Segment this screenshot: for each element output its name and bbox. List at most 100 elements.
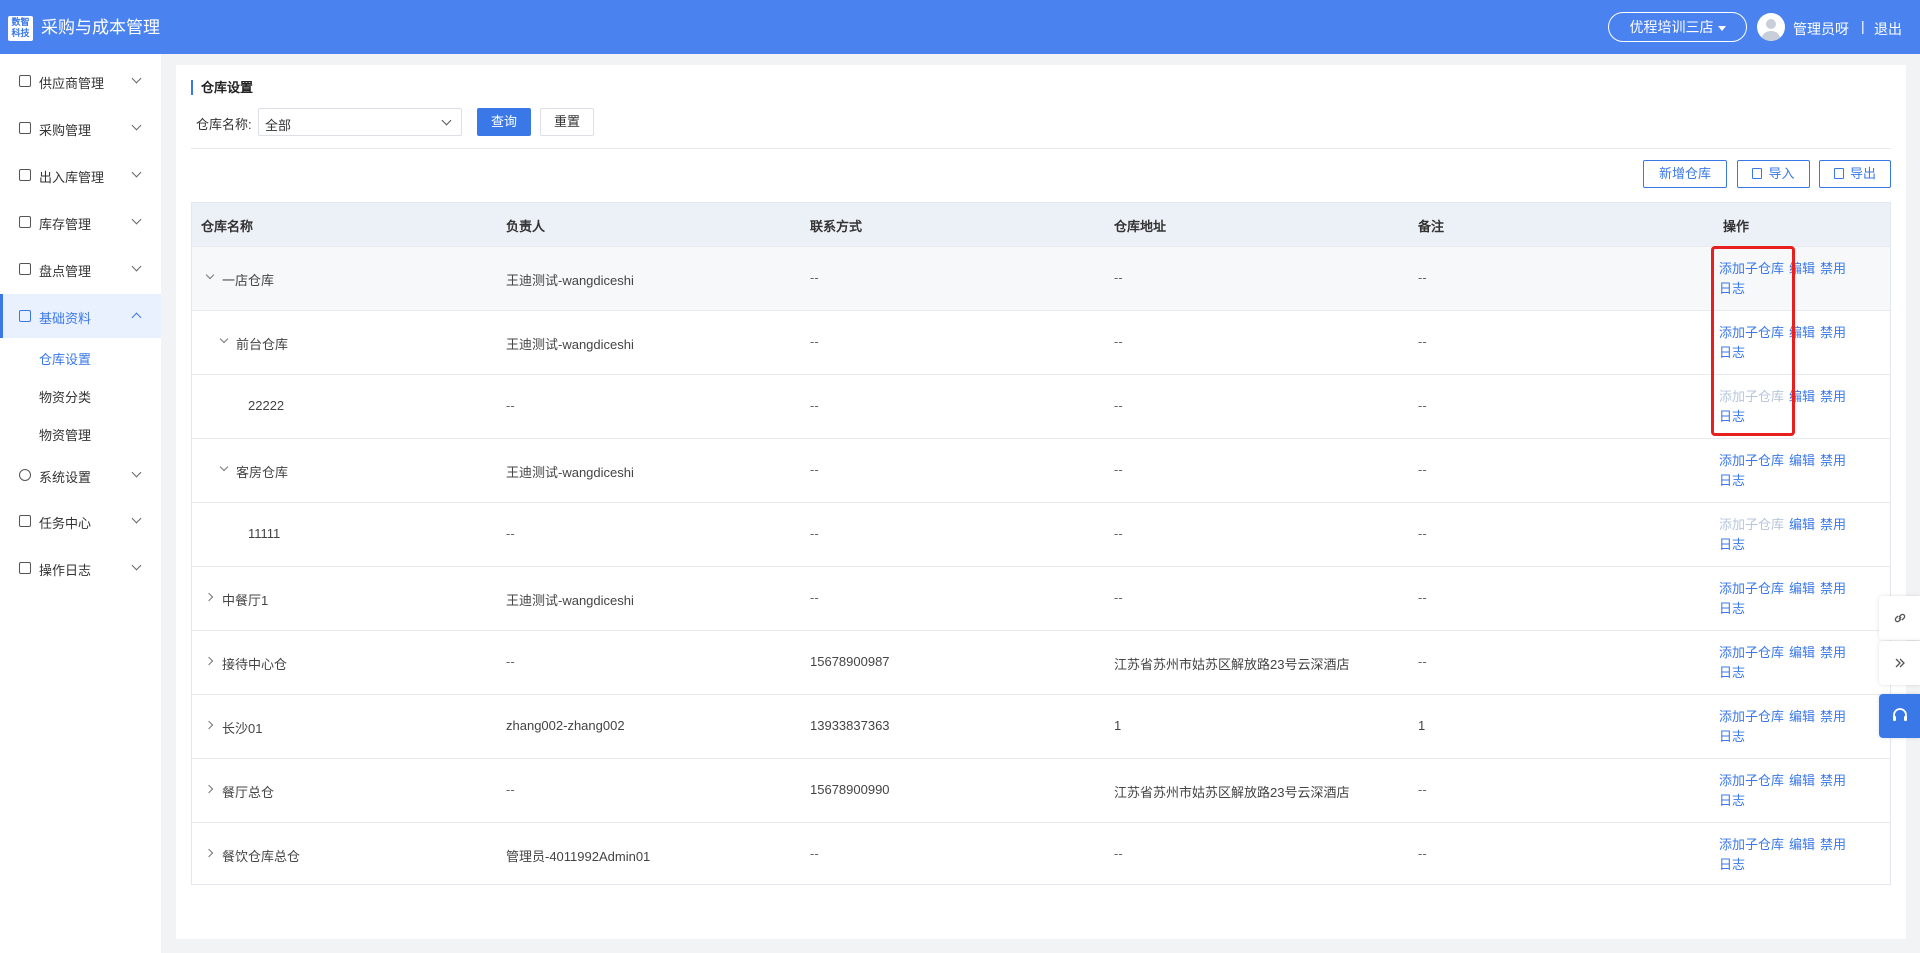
sidebar-item-purchase[interactable]: 采购管理: [0, 106, 161, 150]
add-child-warehouse-link[interactable]: 添加子仓库: [1719, 581, 1784, 596]
row-actions: 添加子仓库 编辑 禁用日志: [1719, 771, 1879, 811]
highlight-box: [1711, 246, 1795, 436]
chevron-right-icon[interactable]: [204, 656, 214, 666]
store-selector-label: 优程培训三店: [1629, 19, 1714, 35]
log-link[interactable]: 日志: [1719, 665, 1745, 680]
chevron-right-icon[interactable]: [204, 720, 214, 730]
query-button[interactable]: 查询: [477, 108, 531, 136]
manager: --: [506, 654, 515, 669]
link-icon[interactable]: [1879, 596, 1920, 640]
manager: zhang002-zhang002: [506, 718, 625, 733]
add-child-warehouse-link[interactable]: 添加子仓库: [1719, 709, 1784, 724]
disable-link[interactable]: 禁用: [1820, 261, 1846, 276]
add-child-warehouse-link[interactable]: 添加子仓库: [1719, 645, 1784, 660]
page-title: 仓库设置: [191, 80, 253, 95]
manager: 王迪测试-wangdiceshi: [506, 465, 634, 480]
sidebar-item-inventory[interactable]: 盘点管理: [0, 247, 161, 291]
disable-link[interactable]: 禁用: [1820, 453, 1846, 468]
sidebar-item-inout[interactable]: 出入库管理: [0, 153, 161, 197]
logout-link[interactable]: 退出: [1874, 19, 1902, 39]
user-name[interactable]: 管理员呀: [1793, 19, 1849, 39]
add-warehouse-button[interactable]: 新增仓库: [1643, 160, 1727, 188]
avatar[interactable]: [1757, 13, 1785, 41]
sidebar-item-task-center[interactable]: 任务中心: [0, 499, 161, 543]
log-link[interactable]: 日志: [1719, 537, 1745, 552]
sidebar-item-label: 采购管理: [39, 123, 92, 138]
warehouse-name: 长沙01: [222, 721, 263, 736]
edit-link[interactable]: 编辑: [1789, 517, 1815, 532]
edit-link[interactable]: 编辑: [1789, 773, 1815, 788]
manager: 管理员-4011992Admin01: [506, 849, 651, 864]
edit-link[interactable]: 编辑: [1789, 709, 1815, 724]
chevron-down-icon[interactable]: [219, 462, 229, 472]
select-value: 全部: [265, 118, 292, 133]
sidebar-subitem-label: 物资管理: [39, 428, 92, 443]
chevron-right-icon[interactable]: [204, 784, 214, 794]
log-link[interactable]: 日志: [1719, 601, 1745, 616]
edit-link[interactable]: 编辑: [1789, 453, 1815, 468]
table-row: 长沙01 zhang002-zhang002 13933837363 1 1 添…: [192, 694, 1890, 758]
disable-link[interactable]: 禁用: [1820, 773, 1846, 788]
disable-link[interactable]: 禁用: [1820, 517, 1846, 532]
warehouse-name: 11111: [248, 526, 281, 541]
edit-link[interactable]: 编辑: [1789, 837, 1815, 852]
stock-icon: [19, 216, 31, 228]
row-actions: 添加子仓库 编辑 禁用日志: [1719, 579, 1879, 619]
chevron-right-icon[interactable]: [204, 848, 214, 858]
add-child-warehouse-link[interactable]: 添加子仓库: [1719, 773, 1784, 788]
sidebar-item-operation-log[interactable]: 操作日志: [0, 546, 161, 590]
sidebar-item-basic-data[interactable]: 基础资料: [0, 294, 161, 338]
headset-icon[interactable]: [1879, 694, 1920, 738]
chevron-down-icon: [131, 214, 142, 225]
chevron-down-icon: [131, 467, 142, 478]
sidebar-item-label: 任务中心: [39, 516, 92, 531]
task-icon: [19, 515, 31, 527]
chevron-down-icon: [131, 167, 142, 178]
sidebar-subitem-label: 物资分类: [39, 390, 92, 405]
sidebar-item-label: 供应商管理: [39, 76, 105, 91]
address: --: [1114, 398, 1123, 413]
export-button[interactable]: 导出: [1819, 160, 1891, 188]
log-link[interactable]: 日志: [1719, 473, 1745, 488]
remark: 1: [1418, 718, 1426, 733]
table-row: 接待中心仓 -- 15678900987 江苏省苏州市姑苏区解放路23号云深酒店…: [192, 630, 1890, 694]
add-child-warehouse-link: 添加子仓库: [1719, 517, 1785, 532]
import-button[interactable]: 导入: [1737, 160, 1810, 188]
contact: 15678900987: [810, 654, 890, 669]
warehouse-name-select[interactable]: 全部: [258, 108, 462, 136]
disable-link[interactable]: 禁用: [1820, 837, 1846, 852]
collapse-icon[interactable]: [1879, 641, 1920, 685]
sidebar-item-supplier[interactable]: 供应商管理: [0, 59, 161, 103]
reset-button[interactable]: 重置: [540, 108, 594, 136]
contact: --: [810, 334, 819, 349]
add-child-warehouse-link[interactable]: 添加子仓库: [1719, 453, 1784, 468]
remark: --: [1418, 590, 1427, 605]
address: --: [1114, 846, 1123, 861]
disable-link[interactable]: 禁用: [1820, 645, 1846, 660]
log-link[interactable]: 日志: [1719, 729, 1745, 744]
basic-data-icon: [19, 310, 31, 322]
warehouse-name: 餐厅总仓: [222, 785, 275, 800]
disable-link[interactable]: 禁用: [1820, 389, 1846, 404]
chevron-down-icon[interactable]: [219, 334, 229, 344]
sidebar-item-settings[interactable]: 系统设置: [0, 453, 161, 497]
disable-link[interactable]: 禁用: [1820, 581, 1846, 596]
add-child-warehouse-link[interactable]: 添加子仓库: [1719, 837, 1784, 852]
log-link[interactable]: 日志: [1719, 857, 1745, 872]
sidebar-subitem-material-category[interactable]: 物资分类: [0, 377, 161, 413]
chevron-down-icon: [131, 513, 142, 524]
edit-link[interactable]: 编辑: [1789, 645, 1815, 660]
sidebar-subitem-material-management[interactable]: 物资管理: [0, 415, 161, 451]
disable-link[interactable]: 禁用: [1820, 325, 1846, 340]
chevron-down-icon[interactable]: [205, 270, 215, 280]
edit-link[interactable]: 编辑: [1789, 581, 1815, 596]
sidebar: 供应商管理 采购管理 出入库管理 库存管理 盘点管理 基础资料 仓库设置 物资分…: [0, 54, 161, 953]
sidebar-item-stock[interactable]: 库存管理: [0, 200, 161, 244]
chevron-down-icon: [131, 120, 142, 131]
manager: --: [506, 526, 515, 541]
sidebar-subitem-warehouse-settings[interactable]: 仓库设置: [0, 339, 161, 375]
disable-link[interactable]: 禁用: [1820, 709, 1846, 724]
chevron-right-icon[interactable]: [204, 592, 214, 602]
log-link[interactable]: 日志: [1719, 793, 1745, 808]
store-selector[interactable]: 优程培训三店: [1608, 12, 1747, 42]
